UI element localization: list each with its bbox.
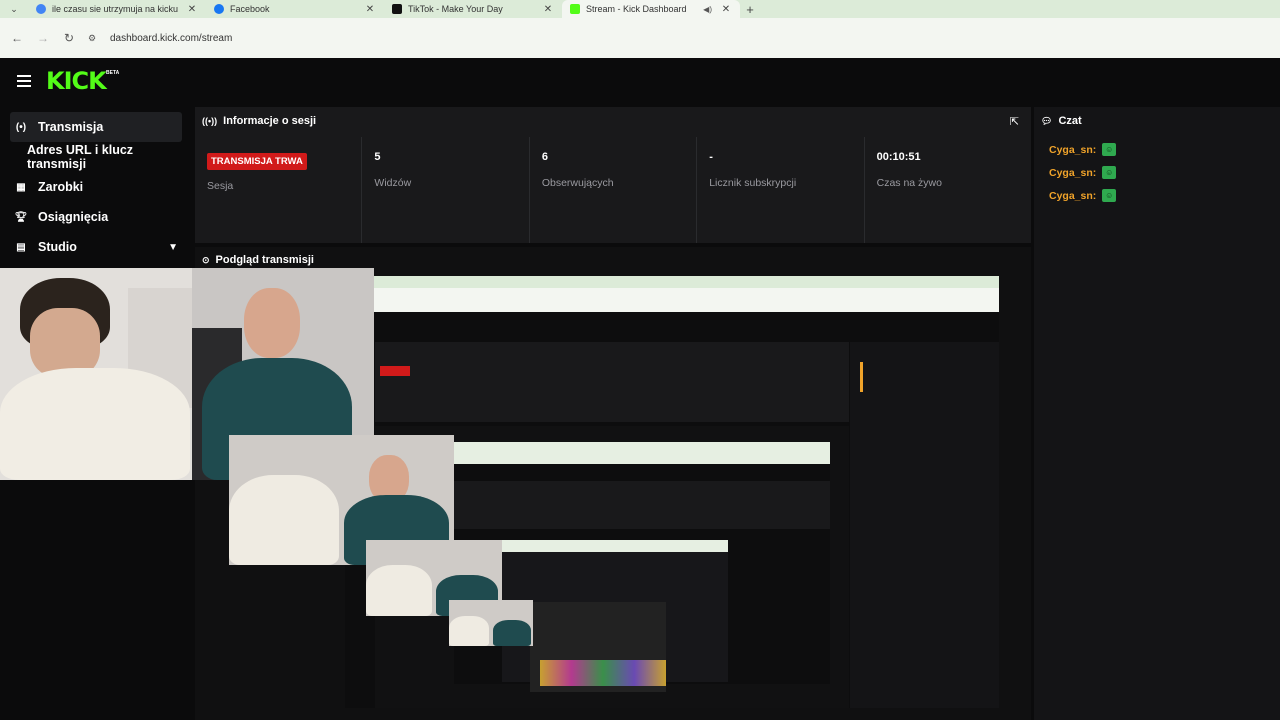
preview-header: ⊙ Podgląd transmisji [202,254,314,266]
sidebar-item-zarobki[interactable]: ▦ Zarobki [0,172,192,202]
close-icon[interactable]: ✕ [542,4,554,15]
chat-message: Cyga_sn: ☺ [1034,161,1280,184]
emote-icon: ☺ [1102,143,1117,156]
site-info-icon[interactable]: ⚙ [88,33,100,43]
chat-panel: 💬︎ Czat Cyga_sn: ☺ Cyga_sn: ☺ Cyga_sn: ☺ [1034,107,1280,720]
reload-icon[interactable]: ↻ [56,31,82,45]
stat-value: - [709,151,713,163]
sidebar-item-label: Zarobki [38,180,84,194]
kick-favicon-icon [570,4,580,14]
chat-username[interactable]: Cyga_sn: [1049,190,1096,202]
tab-title: TikTok - Make Your Day [408,4,503,14]
close-icon[interactable]: ✕ [186,4,198,15]
new-tab-icon[interactable]: + [740,2,760,17]
sidebar-item-stream-key[interactable]: Adres URL i klucz transmisji [0,142,192,172]
address-bar: ← → ↻ ⚙ dashboard.kick.com/stream [0,18,1280,58]
tab-title: Facebook [230,4,270,14]
beta-label: BETA [106,70,120,76]
google-favicon-icon [36,4,46,14]
close-icon[interactable]: ✕ [364,4,376,15]
back-icon[interactable]: ← [4,31,30,45]
stat-subscriptions: - Licznik subskrypcji [696,137,863,243]
tab-title: ile czasu sie utrzymuja na kicku [52,4,179,14]
webcam-nested-3 [449,600,533,646]
browser-tab[interactable]: TikTok - Make Your Day ✕ [384,0,562,18]
stat-value: 5 [374,151,381,163]
sidebar-item-label: Transmisja [38,120,104,134]
forward-icon[interactable]: → [30,31,56,45]
broadcast-icon: ((•)) [202,116,218,126]
stat-value: 6 [541,151,548,163]
chart-icon: ▦ [16,181,26,193]
trophy-icon: 🏆︎ [14,211,28,223]
sidebar-item-label: Adres URL i klucz transmisji [27,143,134,171]
chat-message: Cyga_sn: ☺ [1034,184,1280,207]
stat-label: Obserwujących [541,177,614,189]
url-text: dashboard.kick.com/stream [110,32,233,44]
stat-live-time: 00:10:51 Czas na żywo [863,137,1031,243]
expand-icon[interactable]: ⇱ [1010,115,1019,128]
preview-icon: ⊙ [202,254,210,265]
chat-icon: 💬︎ [1041,115,1053,126]
browser-tab[interactable]: ile czasu sie utrzymuja na kicku ✕ [28,0,206,18]
url-field[interactable]: ⚙ dashboard.kick.com/stream [88,33,232,44]
chevron-down-icon[interactable]: ▼ [168,242,178,253]
live-status-badge: TRANSMISJA TRWA [207,153,307,170]
browser-tab-active[interactable]: Stream - Kick Dashboard ◀) ✕ [562,0,740,18]
chat-username[interactable]: Cyga_sn: [1049,144,1096,156]
speaker-icon[interactable]: ◀) [703,5,712,14]
menu-icon[interactable] [17,75,31,87]
stat-label: Licznik subskrypcji [709,177,797,189]
emote-icon: ☺ [1102,166,1117,179]
panel-header: 💬︎ Czat [1034,107,1280,135]
sidebar: (•) Transmisja Adres URL i klucz transmi… [0,104,192,262]
tab-title: Stream - Kick Dashboard [586,4,687,14]
stat-label: Widzów [374,177,412,189]
kick-logo[interactable]: KICK [46,67,107,95]
tiktok-favicon-icon [392,4,402,14]
panel-title: Czat [1058,115,1082,127]
facebook-favicon-icon [214,4,224,14]
stat-label: Sesja [207,180,234,192]
panel-header: ((•)) Informacje o sesji [195,107,1031,135]
sidebar-item-studio[interactable]: ▤ Studio ▼ [0,232,192,262]
panel-title: Informacje o sesji [223,115,317,127]
webcam-left [0,268,192,480]
sidebar-item-label: Studio [38,240,77,254]
sidebar-item-transmisja[interactable]: (•) Transmisja [10,112,182,142]
sidebar-item-osiagniecia[interactable]: 🏆︎ Osiągnięcia [0,202,192,232]
stat-value: 00:10:51 [876,151,921,163]
stat-followers: 6 Obserwujących [528,137,696,243]
close-icon[interactable]: ✕ [720,4,732,15]
emote-icon: ☺ [1102,189,1117,202]
kick-header: KICK BETA [0,58,1280,104]
stat-viewers: 5 Widzów [361,137,528,243]
browser-tab[interactable]: Facebook ✕ [206,0,384,18]
broadcast-icon: (•) [15,121,27,133]
stats-row: TRANSMISJA TRWA Sesja 5 Widzów 6 Obserwu… [195,137,1031,243]
browser-tab-bar: ⌄ ile czasu sie utrzymuja na kicku ✕ Fac… [0,0,1280,18]
sidebar-item-label: Osiągnięcia [38,210,109,224]
session-info-panel: ((•)) Informacje o sesji ⇱ TRANSMISJA TR… [195,107,1031,243]
stat-label: Czas na żywo [876,177,942,189]
chat-username[interactable]: Cyga_sn: [1049,167,1096,179]
panel-title: Podgląd transmisji [215,254,314,266]
studio-icon: ▤ [16,241,26,253]
chat-message: Cyga_sn: ☺ [1034,138,1280,161]
tab-search-icon[interactable]: ⌄ [0,4,28,15]
stat-session: TRANSMISJA TRWA Sesja [195,137,361,243]
